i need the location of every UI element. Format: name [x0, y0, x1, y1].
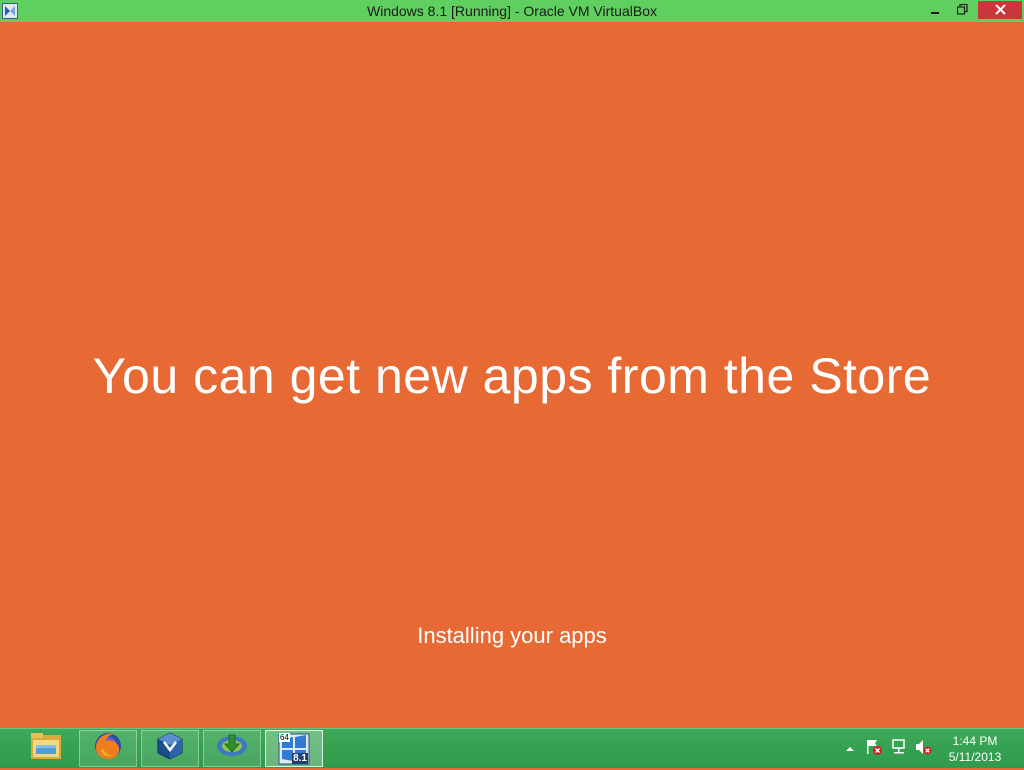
title-bar[interactable]: Windows 8.1 [Running] - Oracle VM Virtua…: [0, 0, 1024, 22]
vm-screen: You can get new apps from the Store Inst…: [0, 22, 1024, 728]
action-center-button[interactable]: [864, 729, 884, 769]
restore-icon: [956, 3, 968, 18]
minimize-icon: [930, 3, 940, 18]
windows-vm-icon: 64 8.1: [278, 732, 310, 765]
taskbar-windows-vm[interactable]: 64 8.1: [265, 730, 323, 767]
download-manager-icon: [215, 731, 249, 766]
taskbar-file-explorer[interactable]: [17, 730, 75, 767]
taskbar-virtualbox[interactable]: [141, 730, 199, 767]
chevron-up-icon: [845, 740, 855, 758]
vm-badge-64: 64: [279, 732, 290, 742]
firefox-icon: [92, 730, 124, 767]
close-icon: [994, 2, 1006, 18]
vm-badge-version: 8.1: [292, 752, 308, 764]
show-hidden-icons-button[interactable]: [843, 729, 857, 769]
setup-headline: You can get new apps from the Store: [92, 348, 932, 404]
speaker-muted-icon: [914, 738, 932, 761]
setup-status: Installing your apps: [417, 623, 607, 648]
taskbar-firefox[interactable]: [79, 730, 137, 767]
taskbar: 64 8.1 1:44 PM 5/11/2013: [0, 728, 1024, 768]
taskbar-download-manager[interactable]: [203, 730, 261, 767]
clock-date: 5/11/2013: [948, 750, 1002, 764]
restore-button[interactable]: [948, 0, 976, 20]
network-icon: [890, 738, 908, 761]
window-title: Windows 8.1 [Running] - Oracle VM Virtua…: [367, 3, 657, 19]
clock-time: 1:44 PM: [952, 734, 998, 748]
flag-icon: [865, 738, 883, 761]
minimize-button[interactable]: [920, 0, 950, 20]
folder-icon: [29, 731, 63, 766]
virtualbox-icon: [154, 730, 186, 767]
network-button[interactable]: [889, 729, 909, 769]
system-clock[interactable]: 1:44 PM 5/11/2013: [938, 733, 1012, 765]
close-button[interactable]: [978, 1, 1022, 19]
volume-button[interactable]: [913, 729, 933, 769]
